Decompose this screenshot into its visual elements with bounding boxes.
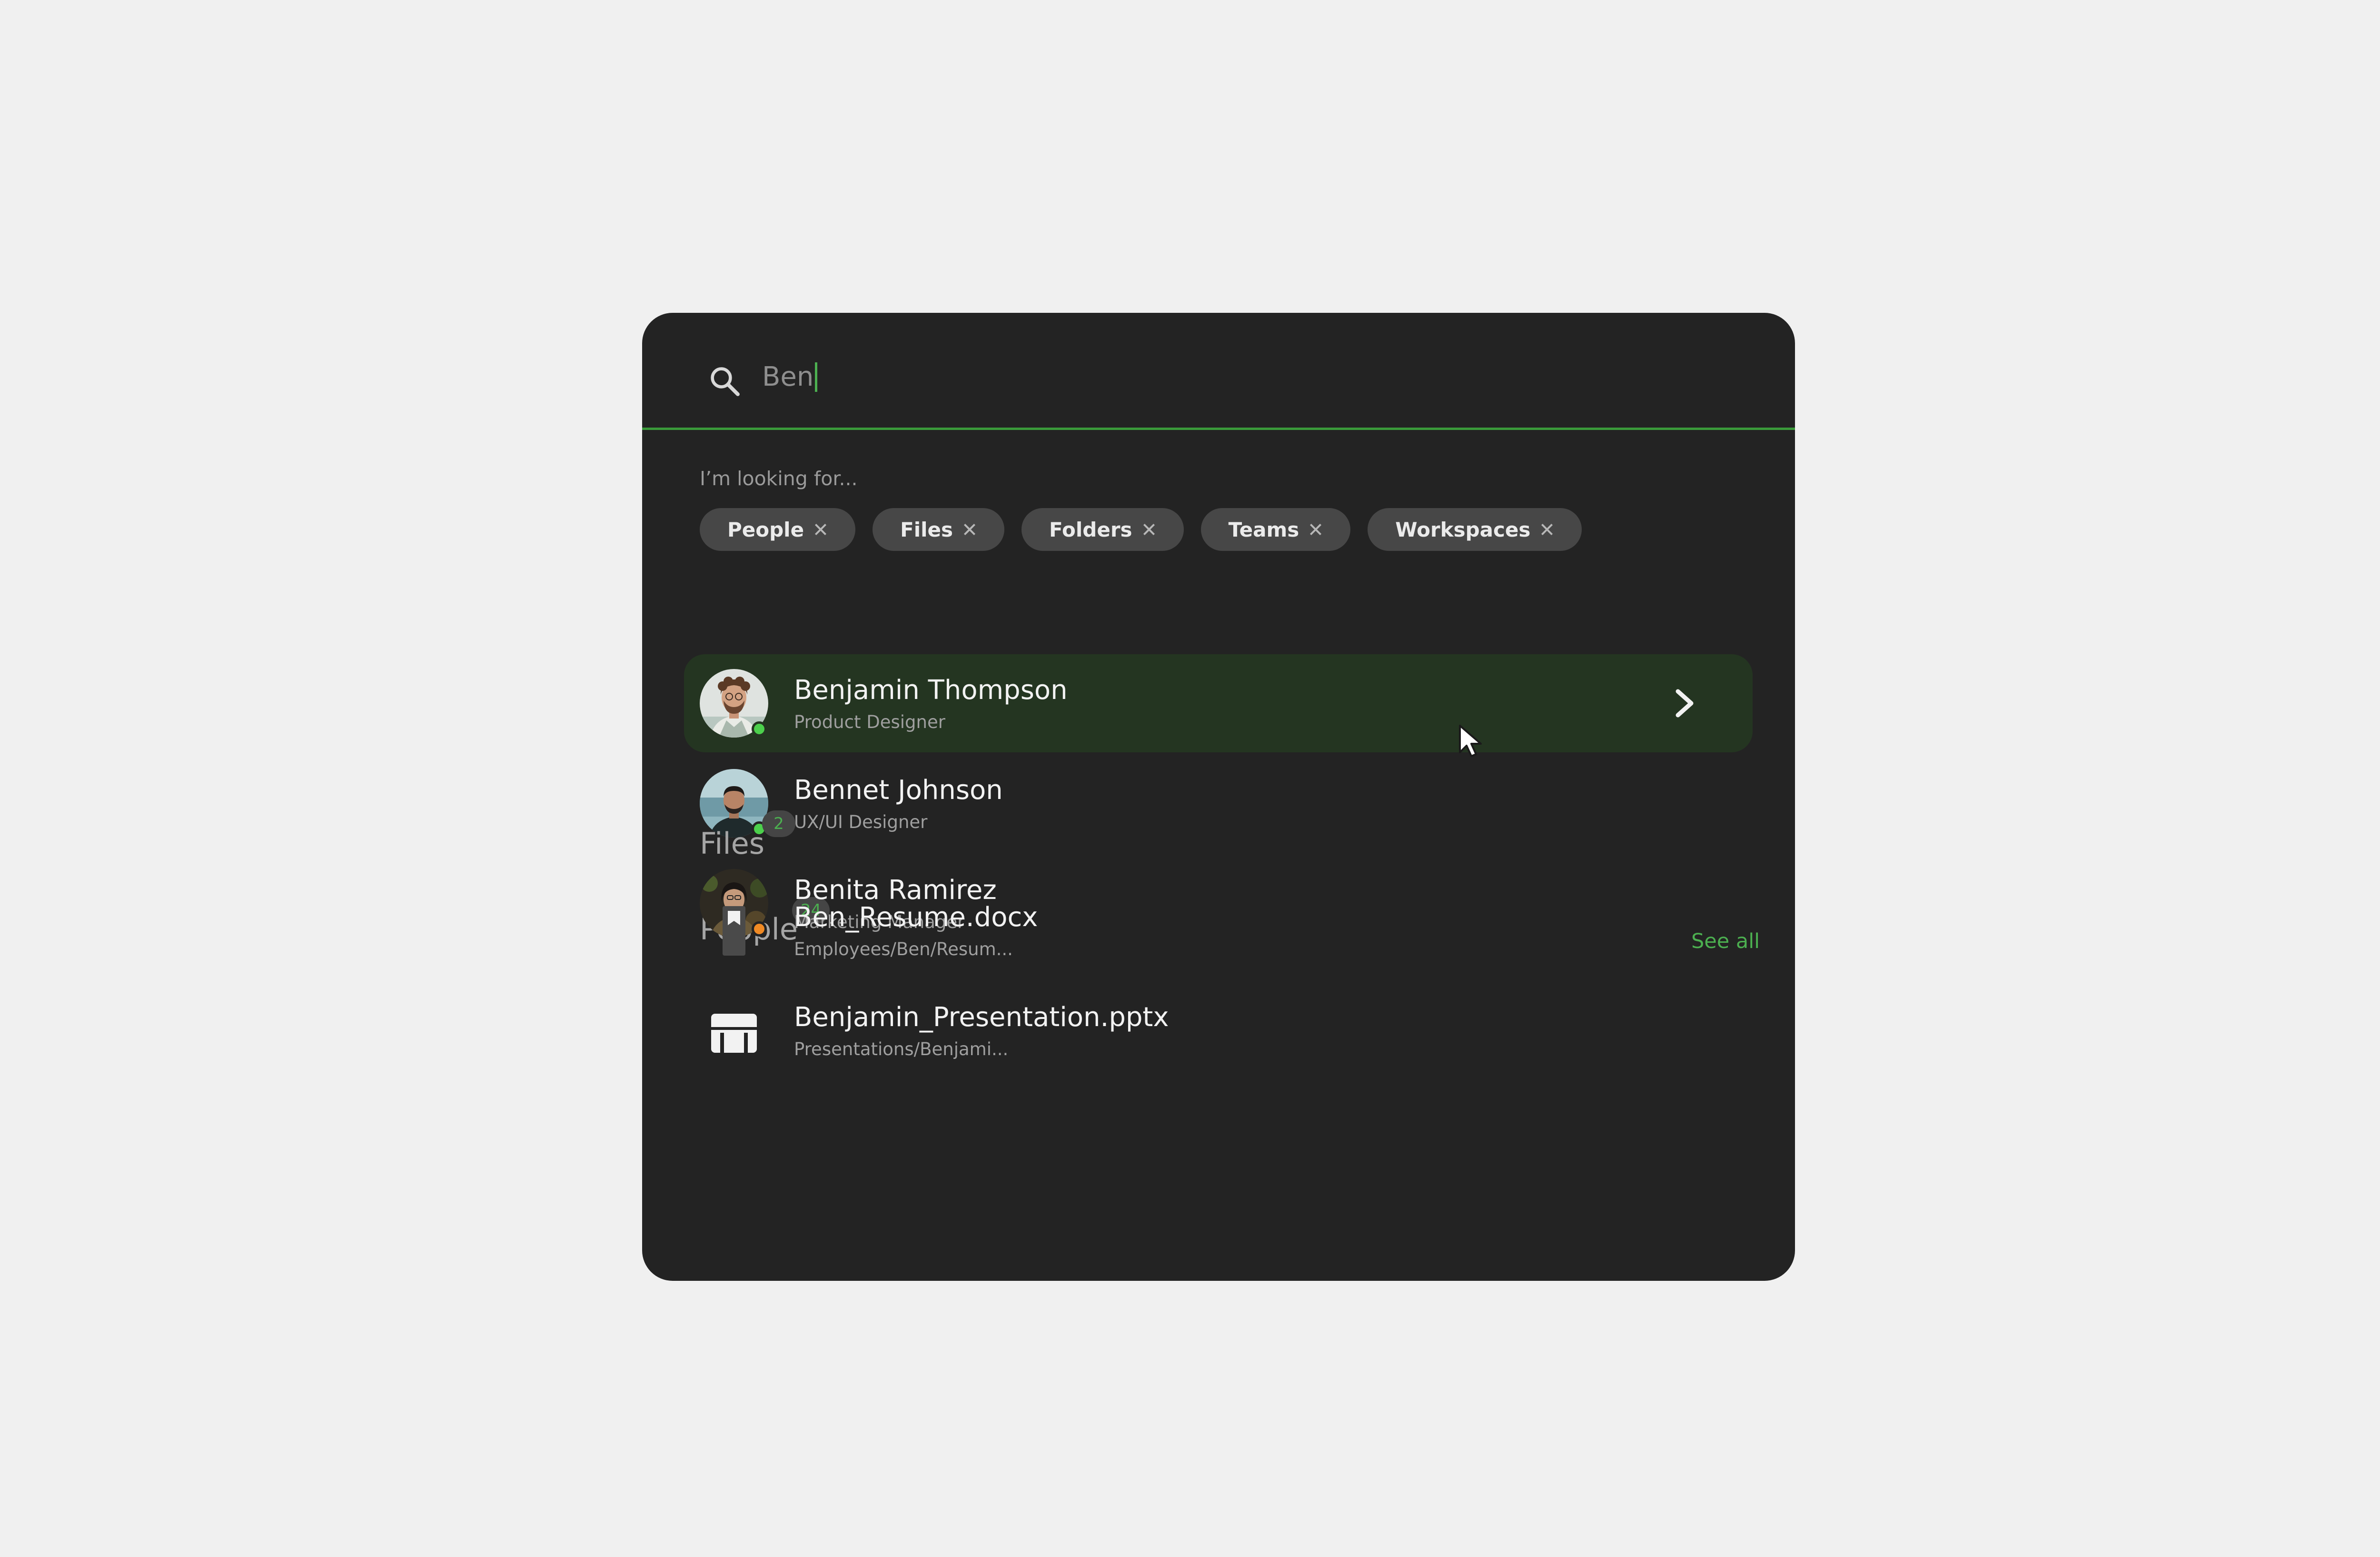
file-path: Presentations/Benjami... xyxy=(794,1039,1009,1059)
files-count-badge: 2 xyxy=(762,810,795,837)
looking-for-label: I’m looking for... xyxy=(700,467,858,490)
close-icon[interactable] xyxy=(1142,522,1156,537)
document-icon xyxy=(723,906,745,956)
filter-chip-label: Teams xyxy=(1228,518,1299,541)
search-icon xyxy=(711,367,740,396)
search-panel: Ben I’m looking for... People Files Fold… xyxy=(642,313,1795,1281)
filter-chip-label: People xyxy=(727,518,804,541)
person-role: Product Designer xyxy=(794,712,945,732)
text-caret xyxy=(815,362,818,392)
close-icon[interactable] xyxy=(1309,522,1323,537)
file-name: Benjamin_Presentation.pptx xyxy=(794,1002,1169,1033)
person-role: UX/UI Designer xyxy=(794,812,928,832)
filter-chip-label: Workspaces xyxy=(1395,518,1531,541)
person-name: Benjamin Thompson xyxy=(794,675,1068,706)
search-input-value: Ben xyxy=(762,361,814,392)
close-icon[interactable] xyxy=(813,522,828,537)
status-online-indicator xyxy=(752,721,767,737)
search-bar: Ben xyxy=(642,313,1795,430)
file-name: Ben_Resume.docx xyxy=(794,902,1038,933)
filter-chip-label: Folders xyxy=(1049,518,1132,541)
filter-chips: People Files Folders Teams Workspaces xyxy=(700,508,1582,551)
search-input[interactable]: Ben xyxy=(762,356,818,399)
person-row-bennet-johnson[interactable]: Bennet Johnson UX/UI Designer xyxy=(684,754,1753,852)
filter-chip-people[interactable]: People xyxy=(700,508,856,551)
person-name: Bennet Johnson xyxy=(794,775,1003,806)
filter-chip-files[interactable]: Files xyxy=(873,508,1005,551)
file-path: Employees/Ben/Resum... xyxy=(794,939,1013,959)
filter-chip-label: Files xyxy=(900,518,953,541)
file-row-benjamin-presentation[interactable]: Benjamin_Presentation.pptx Presentations… xyxy=(684,981,1753,1079)
close-icon[interactable] xyxy=(1540,522,1554,537)
chevron-right-icon[interactable] xyxy=(1670,687,1701,720)
mouse-cursor-icon xyxy=(1459,725,1482,757)
presentation-icon xyxy=(711,1014,757,1053)
close-icon[interactable] xyxy=(962,522,977,537)
file-row-ben-resume[interactable]: Ben_Resume.docx Employees/Ben/Resum... xyxy=(684,881,1753,979)
filter-chip-folders[interactable]: Folders xyxy=(1021,508,1184,551)
filter-chip-workspaces[interactable]: Workspaces xyxy=(1368,508,1582,551)
files-section-title: Files xyxy=(700,826,765,861)
filter-chip-teams[interactable]: Teams xyxy=(1200,508,1351,551)
person-row-benjamin-thompson[interactable]: Benjamin Thompson Product Designer xyxy=(684,654,1753,752)
